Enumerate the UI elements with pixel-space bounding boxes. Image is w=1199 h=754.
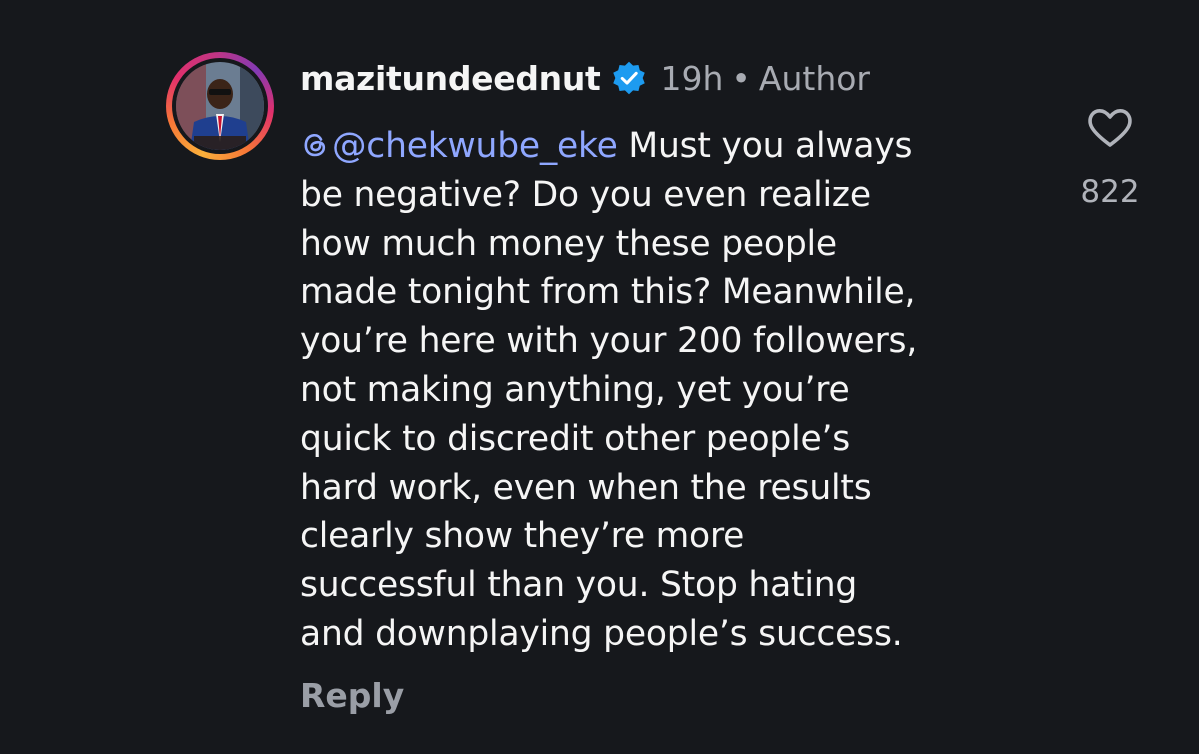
- like-area: 822: [1080, 102, 1140, 210]
- comment-text: @chekwube_eke Must you always be negativ…: [300, 122, 1060, 659]
- like-count: 822: [1080, 174, 1140, 210]
- comment-line: be negative? Do you even realize: [300, 174, 871, 215]
- meta-separator: •: [731, 58, 751, 98]
- avatar[interactable]: [166, 52, 274, 160]
- comment-line: hard work, even when the results: [300, 467, 872, 508]
- threads-icon: [304, 133, 326, 157]
- comment-line: you’re here with your 200 followers,: [300, 321, 918, 362]
- comment-line: @chekwube_eke Must you always: [300, 122, 1060, 171]
- timestamp: 19h: [660, 58, 724, 98]
- comment-meta: 19h • Author: [661, 59, 870, 98]
- comment-line: clearly show they’re more: [300, 516, 745, 557]
- comment-line: not making anything, yet you’re: [300, 369, 850, 410]
- comment-line: successful than you. Stop hating: [300, 565, 858, 606]
- comment-line: quick to discredit other people’s: [300, 418, 851, 459]
- verified-badge-icon: [611, 60, 647, 96]
- avatar-photo: [176, 62, 264, 150]
- comment-line-text: Must you always: [617, 126, 913, 166]
- heart-icon[interactable]: [1084, 102, 1136, 154]
- comment: mazitundeednut 19h • Author @chekwube_eke …: [0, 0, 1199, 754]
- reply-button[interactable]: Reply: [300, 676, 404, 715]
- comment-line: made tonight from this? Meanwhile,: [300, 272, 916, 313]
- mention-link[interactable]: @chekwube_eke: [300, 126, 618, 166]
- mention-text: @chekwube_eke: [332, 126, 618, 166]
- comment-header: mazitundeednut 19h • Author: [300, 55, 870, 101]
- comment-line: how much money these people: [300, 223, 837, 264]
- comment-line: and downplaying people’s success.: [300, 613, 903, 654]
- username[interactable]: mazitundeednut: [300, 59, 601, 98]
- author-label: Author: [758, 58, 870, 98]
